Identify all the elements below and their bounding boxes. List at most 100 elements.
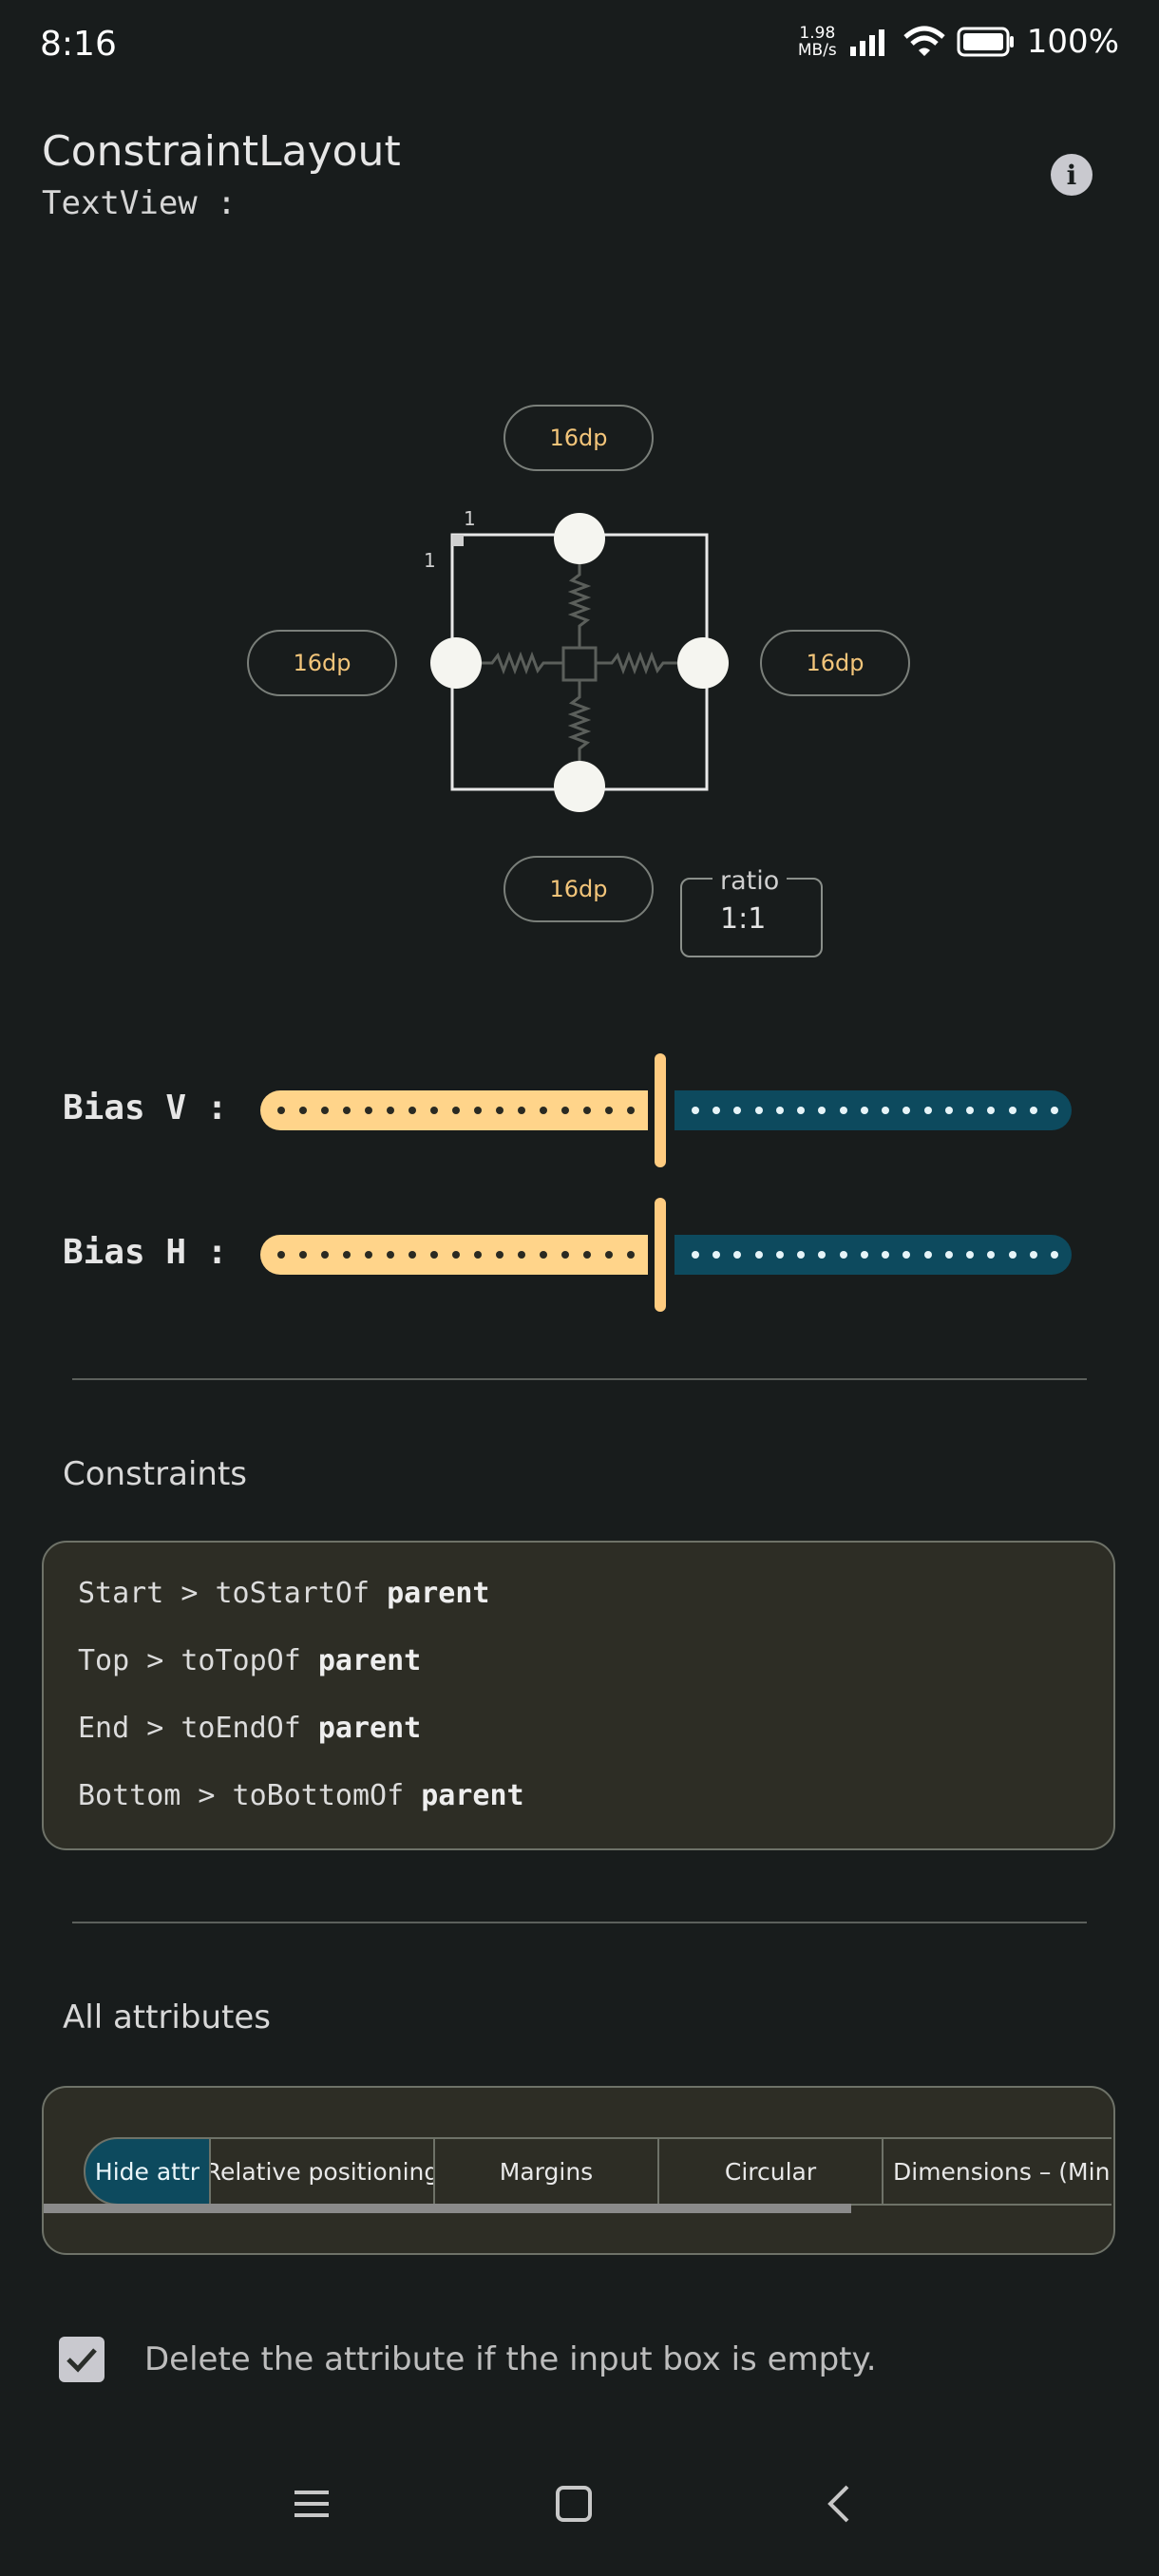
track-dot [860,1107,868,1114]
track-dot [733,1107,742,1114]
margin-top-button[interactable]: 16dp [504,405,654,471]
bias-h-track-right[interactable] [674,1235,1072,1275]
battery-icon [957,27,1014,57]
track-dot [797,1251,806,1259]
delete-empty-label[interactable]: Delete the attribute if the input box is… [144,2340,877,2378]
corner-tick-left: 1 [424,549,436,572]
bias-v-track-left[interactable] [260,1090,648,1130]
track-dot [839,1251,847,1259]
track-dot [430,1107,438,1114]
spring-icon [475,558,684,767]
track-dot [775,1251,784,1259]
tab-margins[interactable]: Margins [435,2137,659,2206]
margin-end-button[interactable]: 16dp [760,630,910,696]
wifi-icon [903,26,945,56]
ratio-value[interactable]: 1:1 [720,902,766,936]
bias-v-track-right[interactable] [674,1090,1072,1130]
delete-empty-checkbox[interactable] [59,2337,104,2382]
bias-h-track-left[interactable] [260,1235,648,1275]
network-speed: 1.98 MB/s [798,25,837,59]
track-dot [518,1251,525,1259]
constraint-target: parent [317,1644,422,1677]
status-time: 8:16 [40,25,117,64]
track-dot [987,1107,996,1114]
tab-relative-positioning[interactable]: Relative positioning [211,2137,435,2206]
tab-hide-attr[interactable]: Hide attr [84,2137,211,2206]
track-dot [1051,1251,1058,1259]
corner-marker [452,535,464,546]
track-dot [1051,1107,1058,1114]
track-dot [561,1107,569,1114]
constraint-rule: Bottom > toBottomOf [78,1779,405,1812]
track-dot [387,1251,394,1259]
info-icon[interactable]: i [1051,154,1092,196]
constraint-rule: Top > toTopOf [78,1644,301,1677]
track-dot [966,1107,975,1114]
constraint-target: parent [421,1779,524,1812]
tab-dimensions[interactable]: Dimensions – (Min an [884,2137,1112,2206]
track-dot [902,1107,911,1114]
track-dot [299,1251,307,1259]
top-anchor-handle[interactable] [554,513,605,564]
back-icon[interactable] [821,2485,859,2523]
track-dot [277,1251,285,1259]
track-dot [923,1107,932,1114]
ratio-label: ratio [712,866,788,896]
margin-bottom-button[interactable]: 16dp [504,856,654,922]
track-dot [540,1251,547,1259]
battery-percent: 100% [1026,23,1119,61]
track-dot [561,1251,569,1259]
track-dot [540,1107,547,1114]
bias-h-label: Bias H : [63,1233,228,1272]
track-dot [605,1251,613,1259]
divider [72,1378,1087,1380]
check-icon [66,2348,97,2373]
track-dot [797,1107,806,1114]
menu-icon[interactable] [293,2485,331,2523]
track-dot [882,1251,890,1259]
page-title: ConstraintLayout [42,127,401,176]
track-dot [692,1251,699,1259]
track-dot [496,1251,504,1259]
constraint-widget [430,513,729,812]
bias-v-label: Bias V : [63,1089,228,1127]
track-dot [430,1251,438,1259]
track-dot [474,1107,482,1114]
constraint-item: Top > toTopOf parent [78,1644,421,1677]
tabs-scrollbar[interactable] [44,2204,851,2213]
track-dot [321,1107,329,1114]
margin-start-button[interactable]: 16dp [247,630,397,696]
track-dot [860,1251,868,1259]
track-dot [343,1251,351,1259]
track-dot [496,1107,504,1114]
track-dot [518,1107,525,1114]
track-dot [408,1107,416,1114]
signal-icon [849,29,884,56]
attributes-title: All attributes [63,1998,271,2036]
bias-v-thumb[interactable] [655,1053,666,1167]
bottom-anchor-handle[interactable] [554,761,605,812]
track-dot [987,1251,996,1259]
track-dot [775,1107,784,1114]
tab-circular[interactable]: Circular [659,2137,884,2206]
start-anchor-handle[interactable] [430,637,482,689]
track-dot [452,1107,460,1114]
constraint-item: Start > toStartOf parent [78,1577,489,1610]
home-icon[interactable] [555,2485,593,2523]
track-dot [343,1107,351,1114]
net-speed-unit: MB/s [797,41,837,60]
track-dot [365,1251,372,1259]
track-dot [712,1107,721,1114]
track-dot [882,1107,890,1114]
track-dot [944,1251,953,1259]
divider [72,1922,1087,1923]
constraint-target: parent [387,1577,490,1610]
net-speed-value: 1.98 [799,24,836,43]
track-dot [818,1251,826,1259]
end-anchor-handle[interactable] [677,637,729,689]
bias-h-thumb[interactable] [655,1198,666,1312]
track-dot [408,1251,416,1259]
corner-tick-top: 1 [464,507,476,530]
constraint-rule: Start > toStartOf [78,1577,370,1610]
track-dot [1029,1251,1037,1259]
